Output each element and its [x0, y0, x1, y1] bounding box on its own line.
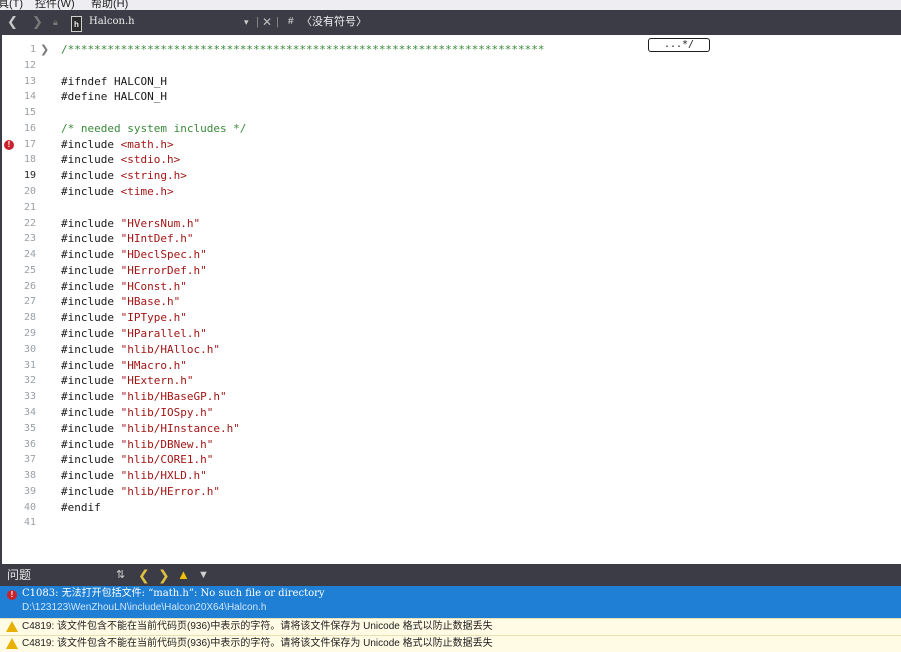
forward-icon[interactable]: ❯	[32, 14, 43, 30]
error-icon: !	[7, 590, 17, 600]
problem-row-error[interactable]: ! C1083: 无法打开包括文件: “math.h”: No such fil…	[0, 586, 901, 618]
warning-filter-icon[interactable]: ▲	[177, 567, 190, 583]
line-number: 16	[23, 122, 36, 134]
warning-message: C4819: 该文件包含不能在当前代码页(936)中表示的字符。请将该文件保存为…	[22, 621, 493, 632]
code-line: #include "HParallel.h"	[61, 327, 207, 341]
line-number: 39	[23, 485, 36, 497]
line-number: 27	[23, 296, 36, 308]
line-number: 14	[23, 91, 36, 103]
code-line: #define HALCON_H	[61, 90, 167, 104]
line-number: 21	[23, 201, 36, 213]
line-number: 15	[23, 107, 36, 119]
code-line: #include "HVersNum.h"	[61, 216, 201, 230]
code-line: #include "hlib/HXLD.h"	[61, 469, 207, 483]
line-number: 38	[23, 470, 36, 482]
code-line: #include <math.h>	[61, 137, 174, 151]
code-line: #include "HDeclSpec.h"	[61, 248, 207, 262]
line-number: 31	[23, 359, 36, 371]
filter-icon[interactable]: ▼	[198, 567, 209, 583]
menu-tools[interactable]: 具(T)	[0, 0, 23, 10]
line-number: 41	[23, 517, 36, 529]
code-line: #include "HConst.h"	[61, 279, 187, 293]
code-line: #include <stdio.h>	[61, 153, 181, 167]
previous-icon[interactable]: ❮	[138, 567, 150, 583]
code-line: #include "HErrorDef.h"	[61, 263, 207, 277]
line-number: 28	[23, 312, 36, 324]
chevron-down-icon[interactable]: ▾	[244, 14, 249, 30]
warning-message: C4819: 该文件包含不能在当前代码页(936)中表示的字符。请将该文件保存为…	[22, 638, 493, 649]
warning-icon	[6, 621, 18, 632]
window-edge	[0, 35, 2, 644]
symbol-icon: #	[288, 16, 294, 27]
code-line: #include "hlib/DBNew.h"	[61, 437, 214, 451]
problems-title: 问题	[7, 568, 32, 582]
code-line: /***************************************…	[61, 43, 545, 56]
line-number: 34	[23, 406, 36, 418]
code-line: #include "hlib/HAlloc.h"	[61, 342, 220, 356]
navigation-bar: ❮ ❯ 🔒︎ h Halcon.h ▾ | ✕ | # 〈没有符号〉	[0, 10, 901, 35]
line-number: 37	[23, 454, 36, 466]
line-number: 23	[23, 233, 36, 245]
line-number: 26	[23, 280, 36, 292]
code-line: /* needed system includes */	[61, 121, 247, 135]
line-number: 30	[23, 343, 36, 355]
code-line: #include "IPType.h"	[61, 311, 187, 325]
line-number: 33	[23, 391, 36, 403]
sort-icon[interactable]: ⇅	[116, 567, 125, 583]
line-number: 32	[23, 375, 36, 387]
code-editor[interactable]: 1 12 13 14 15 16 17! 18 19 20 21 22 23 24 25 26 27 28 29 30…	[0, 35, 901, 564]
line-number: 12	[23, 59, 36, 71]
symbol-selector[interactable]: 〈没有符号〉	[301, 14, 367, 30]
close-icon[interactable]: ✕	[262, 14, 272, 30]
line-number: 1	[29, 44, 36, 55]
code-line: #include "HIntDef.h"	[61, 232, 194, 246]
problems-panel-header: 问题 ⇅ ❮ ❯ ▲ ▼	[0, 564, 901, 586]
line-number: 20	[23, 186, 36, 198]
code-line: #include "HBase.h"	[61, 295, 181, 309]
line-number: 35	[23, 422, 36, 434]
next-icon[interactable]: ❯	[158, 567, 170, 583]
collapsed-region-button[interactable]: ...*/	[648, 38, 710, 52]
divider: |	[276, 16, 279, 28]
line-number: 29	[23, 328, 36, 340]
code-line: #include "hlib/IOSpy.h"	[61, 405, 214, 419]
lock-icon: 🔒︎	[53, 17, 58, 27]
code-line: #include "hlib/HInstance.h"	[61, 421, 240, 435]
code-line: #include "HExtern.h"	[61, 374, 194, 388]
line-number: 19	[23, 170, 36, 182]
line-number: 13	[23, 75, 36, 87]
back-icon[interactable]: ❮	[7, 14, 18, 30]
menu-controls[interactable]: 控件(W)	[35, 0, 75, 10]
line-number-gutter: 1 12 13 14 15 16 17! 18 19 20 21 22 23 24 25 26 27 28 29 30…	[0, 35, 40, 564]
line-number: 25	[23, 264, 36, 276]
line-number: 40	[23, 501, 36, 513]
code-line: #include "hlib/HBaseGP.h"	[61, 390, 227, 404]
line-number: 18	[23, 154, 36, 166]
code-line: #include <time.h>	[61, 185, 174, 199]
code-line: #include <string.h>	[61, 169, 187, 183]
file-selector[interactable]: Halcon.h	[89, 14, 135, 30]
line-number: 22	[23, 217, 36, 229]
code-line: #ifndef HALCON_H	[61, 74, 167, 88]
error-path: D:\123123\WenZhouLN\include\Halcon20X64\…	[22, 602, 267, 613]
divider: |	[256, 16, 259, 28]
code-line: #include "hlib/CORE1.h"	[61, 453, 214, 467]
code-line: #include "hlib/HError.h"	[61, 484, 220, 498]
error-marker-icon[interactable]: !	[4, 139, 14, 150]
code-line: #include "HMacro.h"	[61, 358, 187, 372]
error-message: C1083: 无法打开包括文件: “math.h”: No such file …	[22, 588, 325, 599]
problem-row-warning[interactable]: C4819: 该文件包含不能在当前代码页(936)中表示的字符。请将该文件保存为…	[0, 618, 901, 635]
menu-bar: 具(T) 控件(W) 帮助(H)	[0, 0, 901, 10]
fold-toggle-icon[interactable]: ❯	[40, 43, 54, 57]
header-file-icon: h	[71, 16, 82, 32]
menu-help[interactable]: 帮助(H)	[91, 0, 128, 10]
line-number: 36	[23, 438, 36, 450]
code-line: #endif	[61, 500, 101, 514]
line-number: 24	[23, 249, 36, 261]
